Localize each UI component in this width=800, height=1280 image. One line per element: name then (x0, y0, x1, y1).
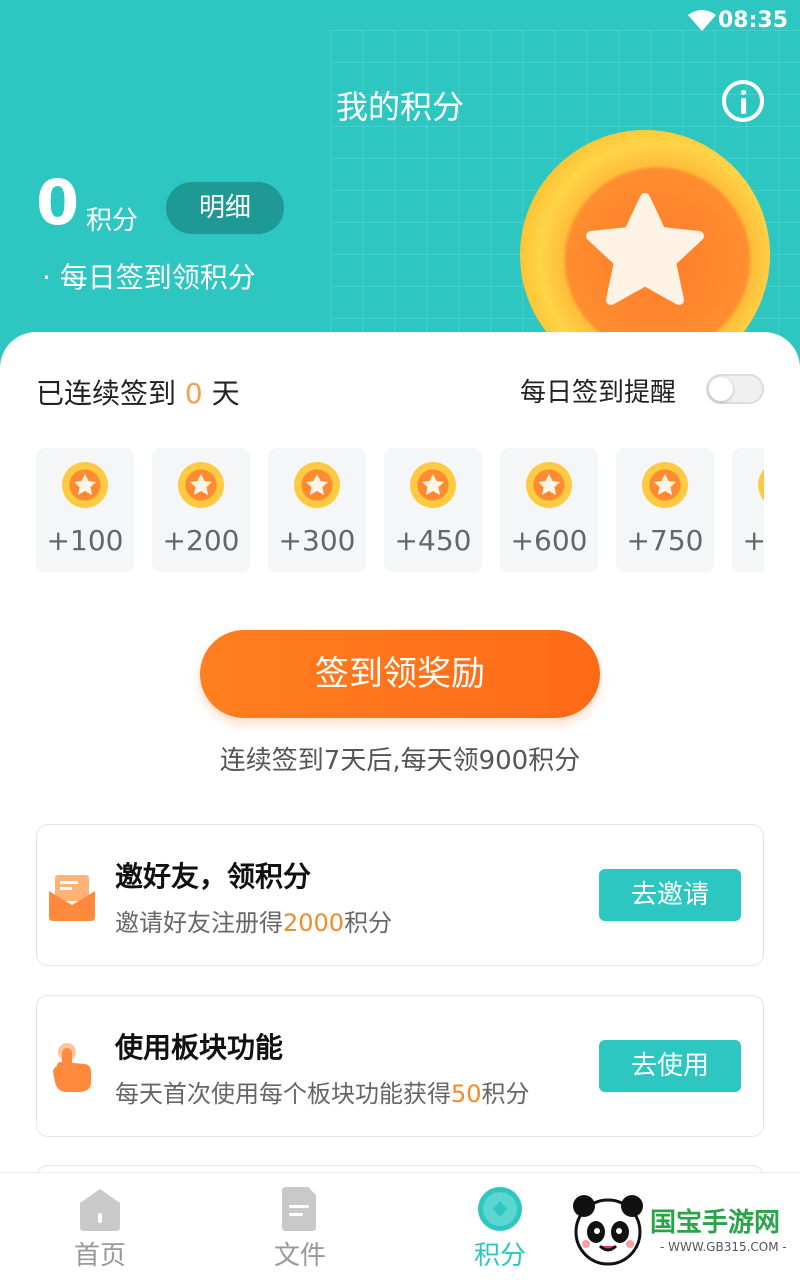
site-watermark: 国宝手游网 - WWW.GB315.COM - (560, 1180, 800, 1280)
reward-day: +100 (36, 448, 134, 572)
task-desc-prefix: 每天首次使用每个板块功能获得 (115, 1080, 451, 1108)
reminder-toggle[interactable] (706, 374, 764, 404)
task-desc-prefix: 邀请好友注册得 (115, 909, 283, 937)
reward-day: +900 (732, 448, 764, 572)
coin-icon (758, 462, 764, 508)
sign-in-button[interactable]: 签到领奖励 (200, 630, 600, 718)
streak-suffix: 天 (211, 377, 240, 410)
reward-value: +450 (394, 524, 472, 557)
use-button[interactable]: 去使用 (599, 1040, 741, 1092)
reward-days-list: +100 +200 +300 +450 +600 +750 +900 (36, 448, 764, 574)
reward-day: +600 (500, 448, 598, 572)
points-unit: 积分 (86, 206, 139, 236)
task-title: 使用板块功能 (115, 1031, 284, 1064)
reward-value: +600 (510, 524, 588, 557)
tap-hand-icon (53, 1043, 91, 1092)
home-icon (80, 1189, 120, 1231)
coin-icon (178, 462, 224, 508)
coin-icon (294, 462, 340, 508)
file-icon (282, 1187, 316, 1231)
streak-text: 已连续签到 0 天 (36, 372, 240, 412)
points-value: 0 (36, 166, 80, 239)
status-time: 08:35 (717, 8, 788, 33)
toggle-knob (709, 377, 733, 401)
reward-value: +750 (626, 524, 704, 557)
points-icon (478, 1187, 522, 1231)
task-desc-suffix: 积分 (481, 1080, 530, 1108)
star-icon (586, 193, 704, 305)
coin-icon (62, 462, 108, 508)
task-invite-friends: 邀好友，领积分 邀请好友注册得2000积分 去邀请 (36, 824, 764, 966)
task-desc-highlight: 50 (451, 1080, 482, 1108)
reward-day: +200 (152, 448, 250, 572)
streak-prefix: 已连续签到 (36, 377, 177, 410)
coin-icon (642, 462, 688, 508)
envelope-icon (49, 875, 95, 921)
reward-value: +900 (742, 524, 764, 557)
reward-value: +100 (46, 524, 124, 557)
streak-days: 0 (184, 377, 203, 410)
page-title: 我的积分 (335, 88, 464, 126)
tab-file[interactable]: 文件 (200, 1173, 400, 1280)
info-icon[interactable] (722, 80, 764, 122)
invite-button[interactable]: 去邀请 (599, 869, 741, 921)
task-desc-suffix: 积分 (344, 909, 393, 937)
panda-logo-icon (573, 1195, 643, 1266)
watermark-url: - WWW.GB315.COM - (660, 1240, 787, 1254)
reward-day: +750 (616, 448, 714, 572)
status-bar: 08:35 (0, 0, 800, 44)
watermark-text: 国宝手游网 (650, 1208, 781, 1238)
sign-in-note: 连续签到7天后,每天领900积分 (219, 746, 581, 776)
reward-day: +300 (268, 448, 366, 572)
task-title: 邀好友，领积分 (115, 860, 312, 893)
reminder-label: 每日签到提醒 (520, 378, 677, 408)
reward-value: +300 (278, 524, 356, 557)
task-desc-highlight: 2000 (283, 909, 345, 937)
reward-day: +450 (384, 448, 482, 572)
header-subtitle: · 每日签到领积分 (42, 261, 256, 294)
reward-value: +200 (162, 524, 240, 557)
task-use-features: 使用板块功能 每天首次使用每个板块功能获得50积分 去使用 (36, 995, 764, 1137)
coin-icon (526, 462, 572, 508)
detail-button[interactable]: 明细 (166, 182, 284, 234)
coin-icon (410, 462, 456, 508)
tab-label: 首页 (73, 1241, 126, 1271)
points-header (0, 0, 800, 380)
tab-home[interactable]: 首页 (0, 1173, 200, 1280)
task-desc: 邀请好友注册得2000积分 (115, 903, 392, 938)
task-desc: 每天首次使用每个板块功能获得50积分 (115, 1074, 530, 1109)
wifi-icon (688, 10, 716, 31)
tab-label: 文件 (273, 1241, 326, 1271)
